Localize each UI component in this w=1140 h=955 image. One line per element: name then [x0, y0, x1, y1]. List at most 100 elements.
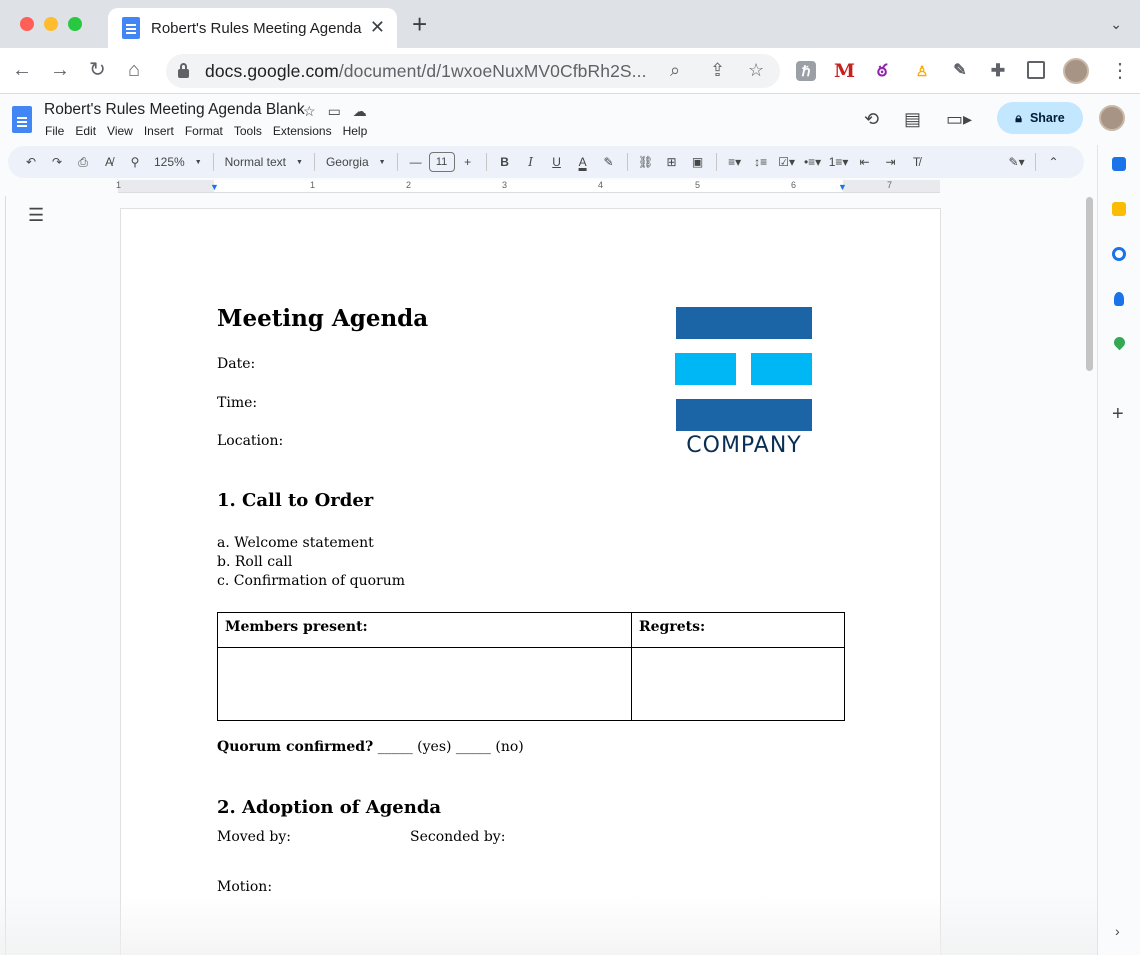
maps-icon[interactable]	[1111, 334, 1128, 351]
window-zoom-button[interactable]	[68, 17, 82, 31]
page-title: Meeting Agenda	[217, 305, 429, 332]
decrease-font-size-icon[interactable]: —	[405, 150, 427, 174]
extension-icon[interactable]: ఠ	[872, 61, 892, 81]
menu-file[interactable]: File	[45, 124, 64, 138]
document-title[interactable]: Robert's Rules Meeting Agenda Blank	[44, 101, 305, 119]
left-indent-marker-icon[interactable]: ▼	[210, 182, 219, 192]
horizontal-ruler[interactable]: 1 1 2 3 4 5 6 7 ▼ ▼	[116, 180, 940, 193]
window-minimize-button[interactable]	[44, 17, 58, 31]
bulleted-list-icon[interactable]: •≡▾	[802, 150, 824, 174]
keep-icon[interactable]	[1112, 202, 1126, 216]
zoom-select[interactable]: 125% ▼	[148, 155, 208, 169]
vertical-ruler[interactable]	[0, 196, 6, 955]
menu-help[interactable]: Help	[343, 124, 368, 138]
insert-link-icon[interactable]: ⛓	[635, 150, 657, 174]
gmail-extension-icon[interactable]: M	[834, 61, 855, 81]
spellcheck-icon[interactable]: A̸	[98, 150, 120, 174]
scrollbar[interactable]	[1086, 197, 1093, 371]
bold-icon[interactable]: B	[494, 150, 516, 174]
members-present-header[interactable]: Members present:	[216, 612, 633, 648]
document-outline-icon[interactable]: ☰	[28, 205, 44, 226]
forward-arrow-icon[interactable]: →	[50, 58, 70, 82]
text-color-icon[interactable]: A	[572, 150, 594, 174]
font-size-input[interactable]: 11	[428, 152, 455, 172]
docs-home-icon[interactable]	[12, 106, 32, 133]
lock-icon[interactable]	[178, 62, 189, 78]
menu-edit[interactable]: Edit	[75, 124, 96, 138]
menu-insert[interactable]: Insert	[144, 124, 174, 138]
line-spacing-icon[interactable]: ↕≡	[750, 150, 772, 174]
chevron-down-icon: ▼	[378, 158, 386, 166]
members-present-cell[interactable]	[216, 647, 633, 721]
right-indent-marker-icon[interactable]: ▼	[838, 182, 847, 192]
align-icon[interactable]: ≡▾	[724, 150, 746, 174]
font-select[interactable]: Georgia ▼	[320, 155, 392, 169]
expand-panel-chevron-icon[interactable]: ›	[1115, 923, 1120, 939]
editing-mode-icon[interactable]: ✎▾	[1006, 150, 1028, 174]
profile-avatar[interactable]	[1063, 58, 1089, 84]
clear-formatting-icon[interactable]: T̸	[906, 150, 928, 174]
increase-font-size-icon[interactable]: +	[457, 150, 479, 174]
hide-menus-chevron-icon[interactable]: ⌃	[1043, 150, 1065, 174]
back-arrow-icon[interactable]: ←	[12, 58, 32, 82]
print-icon[interactable]: ⎙	[72, 150, 94, 174]
extension-icon[interactable]: ♙	[912, 61, 932, 81]
regrets-header[interactable]: Regrets:	[631, 612, 845, 648]
tab-search-chevron-icon[interactable]: ⌄	[1110, 16, 1122, 33]
underline-icon[interactable]: U	[546, 150, 568, 174]
numbered-list-icon[interactable]: 1≡▾	[828, 150, 850, 174]
calendar-icon[interactable]	[1112, 157, 1126, 171]
meet-camera-icon[interactable]: ▭▸	[946, 109, 972, 130]
contacts-icon[interactable]	[1114, 292, 1124, 306]
ruler-number: 2	[406, 180, 412, 190]
menu-extensions[interactable]: Extensions	[273, 124, 332, 138]
home-icon[interactable]: ⌂	[128, 58, 140, 82]
ruler-number: 7	[887, 180, 893, 190]
separator	[396, 153, 398, 171]
address-bar[interactable]: docs.google.com/document/d/1wxoeNuxMV0Cf…	[166, 54, 780, 88]
increase-indent-icon[interactable]: ⇥	[880, 150, 902, 174]
account-avatar[interactable]	[1099, 105, 1125, 131]
insert-image-icon[interactable]: ▣	[687, 150, 709, 174]
version-history-icon[interactable]: ⟲	[864, 109, 879, 130]
extension-icon[interactable]: ℏ	[796, 61, 816, 81]
paint-format-icon[interactable]: ⚲	[124, 150, 146, 174]
checklist-icon[interactable]: ☑▾	[776, 150, 798, 174]
browser-tabstrip: Robert's Rules Meeting Agenda Blank ✕ + …	[0, 0, 1140, 48]
cloud-status-icon[interactable]: ☁	[353, 103, 367, 120]
move-folder-icon[interactable]: ▭	[328, 103, 341, 120]
side-panel-icon[interactable]	[1027, 61, 1045, 79]
share-button[interactable]: 🔒︎ Share	[997, 102, 1083, 134]
menu-format[interactable]: Format	[185, 124, 223, 138]
logo-text: COMPANY	[686, 433, 802, 458]
reload-icon[interactable]: ↻	[89, 58, 106, 82]
browser-menu-icon[interactable]: ⋮	[1110, 58, 1130, 83]
highlight-color-icon[interactable]: ✎	[598, 150, 620, 174]
window-close-button[interactable]	[20, 17, 34, 31]
undo-icon[interactable]: ↶	[20, 150, 42, 174]
bookmark-star-icon[interactable]: ☆	[748, 60, 764, 81]
redo-icon[interactable]: ↷	[46, 150, 68, 174]
star-icon[interactable]: ☆	[303, 103, 316, 120]
comments-icon[interactable]: ▤	[904, 109, 921, 130]
document-page[interactable]: Meeting Agenda Date: Time: Location: COM…	[120, 208, 941, 955]
style-select[interactable]: Normal text ▼	[219, 155, 309, 169]
regrets-cell[interactable]	[631, 647, 845, 721]
decrease-indent-icon[interactable]: ⇤	[854, 150, 876, 174]
tab-close-icon[interactable]: ✕	[370, 18, 385, 36]
browser-tab[interactable]: Robert's Rules Meeting Agenda Blank ✕	[108, 8, 397, 48]
add-addon-icon[interactable]: +	[1112, 403, 1124, 426]
add-comment-icon[interactable]: ⊞	[661, 150, 683, 174]
extensions-puzzle-icon[interactable]: ✚	[988, 61, 1008, 81]
italic-icon[interactable]: I	[520, 150, 542, 174]
company-logo[interactable]: COMPANY	[675, 307, 813, 463]
zoom-magnifier-icon[interactable]: ⌕	[670, 60, 680, 81]
share-page-icon[interactable]: ⇪	[710, 60, 725, 81]
tasks-icon[interactable]	[1112, 247, 1126, 261]
eyedropper-extension-icon[interactable]: ✎	[950, 61, 970, 81]
menu-tools[interactable]: Tools	[234, 124, 262, 138]
new-tab-button[interactable]: +	[412, 11, 427, 37]
formatting-toolbar: ↶ ↷ ⎙ A̸ ⚲ 125% ▼ Normal text ▼ Georgia ▼ —…	[8, 146, 1084, 178]
menu-view[interactable]: View	[107, 124, 133, 138]
chevron-down-icon: ▼	[296, 158, 303, 166]
